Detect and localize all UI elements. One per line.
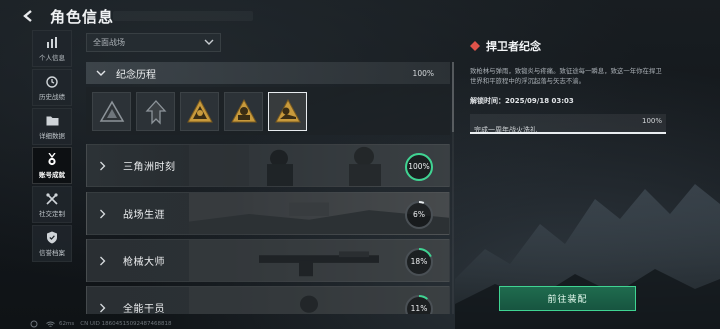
chevron-right-icon (100, 161, 106, 170)
chevron-right-icon (100, 303, 106, 312)
sidebar-item-achievements[interactable]: 账号成就 (32, 147, 72, 184)
header-strip (113, 11, 253, 21)
chevron-right-icon (100, 256, 106, 265)
task-progress-bar (470, 132, 666, 134)
filter-selected-value: 全面战场 (93, 38, 125, 47)
section-title: 纪念历程 (116, 69, 156, 81)
status-footer: 62ms CN UID 18604515092487468818 (30, 320, 178, 328)
shield-icon (44, 231, 60, 245)
achievement-row[interactable]: 枪械大师 18% (86, 239, 450, 282)
task-progress: 100% (641, 117, 662, 125)
header: 角色信息 (18, 4, 114, 28)
chevron-down-icon (204, 39, 214, 45)
badge-item[interactable] (224, 92, 263, 131)
gold-soldier-emblem-icon (230, 98, 257, 122)
sidebar-item-label: 信誉档案 (39, 248, 65, 257)
history-icon (44, 75, 60, 89)
achievement-title: 全能干员 (123, 304, 165, 314)
gold-soldier-emblem-icon (274, 98, 301, 122)
back-button[interactable] (18, 5, 40, 27)
back-arrow-icon (23, 10, 32, 22)
badge-item-selected[interactable] (268, 92, 307, 131)
achievement-detail-panel: 捍卫者纪念 致枪林与弹雨，致锻炎与疼痛。致征途每一瞬息，致这一年你在捍卫世界和平… (470, 38, 666, 134)
sidebar-item-detail-data[interactable]: 详细数据 (32, 108, 72, 145)
sidebar-item-label: 个人信息 (39, 53, 65, 62)
equip-button-label: 前往装配 (547, 295, 588, 305)
sidebar-item-label: 社交定制 (39, 209, 65, 218)
list-scrollbar[interactable] (452, 62, 454, 314)
detail-header: 捍卫者纪念 (470, 38, 666, 54)
red-diamond-icon (470, 41, 480, 51)
sidebar-item-label: 详细数据 (39, 131, 65, 140)
bar-chart-icon (44, 36, 60, 50)
section-progress: 100% (412, 68, 434, 78)
mode-filter-dropdown[interactable]: 全面战场 (86, 33, 221, 52)
achievement-row[interactable]: 全能干员 11% (86, 286, 450, 314)
ping-value: 62ms (59, 321, 75, 327)
sidebar: 个人信息 历史战绩 详细数据 账号成就 社交定制 信誉档案 (32, 30, 72, 264)
achievement-list[interactable]: 纪念历程 100% 三角洲时刻 100% 战场生涯 6% 枪械大师 18% 全能… (86, 62, 450, 314)
achievement-row[interactable]: 战场生涯 6% (86, 192, 450, 235)
arrowhead-emblem-icon (145, 99, 166, 125)
achievement-row[interactable]: 三角洲时刻 100% (86, 144, 450, 187)
badge-item[interactable] (92, 92, 131, 131)
chevron-right-icon (100, 209, 106, 218)
tools-icon (44, 192, 60, 206)
task-progress-fill (470, 132, 666, 134)
uid-text: CN UID 18604515092487468818 (80, 321, 172, 327)
task-progress-box: 完成一周年战火洗礼 100% (470, 114, 666, 134)
achievement-progress: 6% (413, 210, 425, 219)
sidebar-item-label: 历史战绩 (39, 92, 65, 101)
achievement-progress: 100% (408, 162, 430, 171)
sidebar-item-social[interactable]: 社交定制 (32, 186, 72, 223)
go-equip-button[interactable]: 前往装配 (499, 286, 636, 311)
chevron-down-icon (96, 70, 106, 76)
medal-icon (44, 153, 60, 167)
gold-warning-emblem-icon (186, 98, 213, 122)
detail-title: 捍卫者纪念 (486, 40, 541, 53)
folder-icon (44, 114, 60, 128)
wifi-icon (46, 321, 55, 327)
sidebar-item-label: 账号成就 (39, 170, 65, 179)
sidebar-item-history[interactable]: 历史战绩 (32, 69, 72, 106)
sidebar-item-personal-info[interactable]: 个人信息 (32, 30, 72, 67)
achievement-progress: 11% (410, 304, 428, 313)
badge-row (86, 87, 450, 135)
unlock-time: 解锁时间：2025/09/18 03:03 (470, 97, 574, 105)
detail-description: 致枪林与弹雨，致锻炎与疼痛。致征途每一瞬息，致这一年你在捍卫世界和平旅程中的浮沉… (470, 67, 662, 85)
badge-item[interactable] (180, 92, 219, 131)
achievement-title: 枪械大师 (123, 257, 165, 268)
sidebar-item-reputation[interactable]: 信誉档案 (32, 225, 72, 262)
achievement-progress: 18% (410, 257, 428, 266)
badge-item[interactable] (136, 92, 175, 131)
achievement-title: 三角洲时刻 (123, 162, 176, 173)
scrollbar-thumb[interactable] (452, 62, 454, 132)
achievement-title: 战场生涯 (123, 210, 165, 221)
triangle-emblem-icon (99, 100, 124, 122)
settings-small-icon (30, 320, 38, 328)
section-header-memorial[interactable]: 纪念历程 100% (86, 62, 450, 84)
page-title: 角色信息 (50, 7, 115, 26)
